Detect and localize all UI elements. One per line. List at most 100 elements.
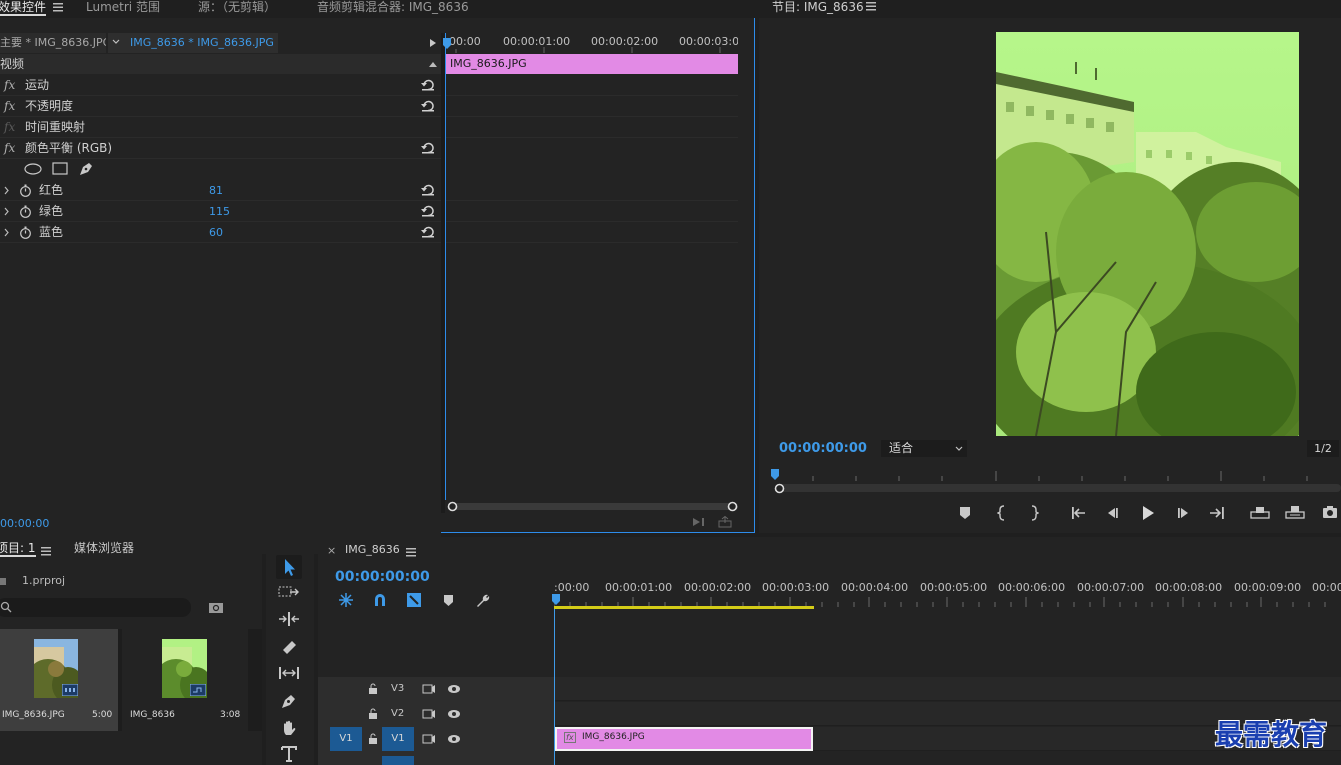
mark-out-icon[interactable] xyxy=(1029,505,1039,521)
eye-icon[interactable] xyxy=(447,684,461,694)
chevron-right-icon[interactable] xyxy=(3,222,11,243)
effect-row-color-balance[interactable]: fx 颜色平衡 (RGB) xyxy=(0,138,441,159)
scroll-handle-left[interactable] xyxy=(447,501,458,512)
lock-icon[interactable] xyxy=(368,683,378,695)
reset-icon[interactable] xyxy=(421,79,435,91)
playhead-marker-icon[interactable] xyxy=(771,469,779,481)
go-to-in-icon[interactable] xyxy=(1071,506,1087,520)
sync-lock-icon[interactable] xyxy=(422,708,436,720)
nest-sequence-icon[interactable] xyxy=(338,592,354,608)
track-target-a1[interactable] xyxy=(382,756,414,765)
mark-in-icon[interactable] xyxy=(997,505,1007,521)
panel-menu-icon[interactable] xyxy=(406,547,416,557)
timeline-timecode[interactable]: 00:00:00:00 xyxy=(335,569,430,585)
lock-icon[interactable] xyxy=(368,733,378,745)
pen-mask-icon[interactable] xyxy=(78,161,94,177)
track-label-v3[interactable]: V3 xyxy=(391,683,404,694)
track-select-tool-icon[interactable] xyxy=(278,584,300,600)
param-row-green[interactable]: 绿色 115 xyxy=(0,201,441,222)
wrench-icon[interactable] xyxy=(474,592,490,608)
playhead-marker-icon[interactable] xyxy=(552,594,560,606)
param-row-blue[interactable]: 蓝色 60 xyxy=(0,222,441,243)
sequence-clip-selector[interactable]: IMG_8636 * IMG_8636.JPG xyxy=(108,33,278,53)
work-area-bar[interactable] xyxy=(554,606,814,609)
tab-audio-clip-mixer[interactable]: 音频剪辑混合器: IMG_8636 xyxy=(317,0,469,18)
reset-icon[interactable] xyxy=(421,100,435,112)
param-green-value[interactable]: 115 xyxy=(209,201,230,222)
fit-dropdown[interactable]: 适合 xyxy=(881,440,967,457)
share-icon[interactable] xyxy=(718,516,732,528)
close-icon[interactable]: × xyxy=(327,544,336,557)
selection-tool-icon[interactable] xyxy=(276,555,302,579)
zoom-scrollbar[interactable] xyxy=(448,503,738,510)
export-frame-camera-icon[interactable] xyxy=(1322,505,1338,519)
tab-effect-controls[interactable]: 效果控件 xyxy=(0,0,47,18)
project-item-sequence[interactable]: IMG_8636 3:08 xyxy=(122,629,248,731)
slip-tool-icon[interactable] xyxy=(278,665,300,681)
tab-project[interactable]: 项目: 1 xyxy=(0,541,36,559)
program-timecode[interactable]: 00:00:00:00 xyxy=(779,441,867,456)
step-forward-icon[interactable] xyxy=(1177,506,1191,520)
add-marker-icon[interactable] xyxy=(959,506,971,520)
play-only-audio-icon[interactable] xyxy=(429,38,437,48)
sync-lock-icon[interactable] xyxy=(422,733,436,745)
effect-controls-timecode[interactable]: 00:00:00 xyxy=(0,517,49,530)
type-tool-icon[interactable] xyxy=(280,745,298,763)
linked-selection-icon[interactable] xyxy=(406,592,422,608)
reset-icon[interactable] xyxy=(421,226,435,238)
scroll-handle-left[interactable] xyxy=(774,483,785,494)
program-time-ruler[interactable] xyxy=(773,467,1341,481)
razor-tool-icon[interactable] xyxy=(280,638,298,656)
ellipse-mask-icon[interactable] xyxy=(24,163,42,175)
program-title[interactable]: 节目: IMG_8636 xyxy=(772,0,864,15)
lift-icon[interactable] xyxy=(1250,505,1270,519)
panel-menu-icon[interactable] xyxy=(53,2,63,12)
effect-row-motion[interactable]: fx 运动 xyxy=(0,75,441,96)
stopwatch-icon[interactable] xyxy=(19,205,32,218)
effect-row-opacity[interactable]: fx 不透明度 xyxy=(0,96,441,117)
reset-icon[interactable] xyxy=(421,205,435,217)
track-label-v2[interactable]: V2 xyxy=(391,708,404,719)
hand-tool-icon[interactable] xyxy=(280,719,298,737)
add-marker-icon[interactable] xyxy=(443,594,454,607)
resolution-dropdown[interactable]: 1/2 xyxy=(1307,440,1339,457)
find-bin-icon[interactable] xyxy=(208,600,224,614)
rectangle-mask-icon[interactable] xyxy=(52,162,68,175)
timeline-ruler[interactable]: :00:00 00:00:01:00 00:00:02:00 00:00:03:… xyxy=(554,577,1341,609)
param-blue-value[interactable]: 60 xyxy=(209,222,223,243)
playhead-marker-icon[interactable] xyxy=(443,38,451,50)
snap-magnet-icon[interactable] xyxy=(373,592,387,608)
play-icon[interactable] xyxy=(1141,505,1155,521)
panel-menu-icon[interactable] xyxy=(41,546,51,556)
chevron-right-icon[interactable] xyxy=(3,201,11,222)
ripple-edit-tool-icon[interactable] xyxy=(278,611,300,627)
source-patch-v1[interactable]: V1 xyxy=(330,727,362,751)
master-clip-selector[interactable]: 主要 * IMG_8636.JPG xyxy=(0,33,106,53)
eye-icon[interactable] xyxy=(447,734,461,744)
chevron-right-icon[interactable] xyxy=(3,180,11,201)
fx-icon[interactable]: fx xyxy=(4,75,15,96)
go-to-out-icon[interactable] xyxy=(1209,506,1225,520)
step-back-icon[interactable] xyxy=(1105,506,1119,520)
effect-row-time-remap[interactable]: fx 时间重映射 xyxy=(0,117,441,138)
project-search-input[interactable] xyxy=(0,598,191,617)
timeline-tab-label[interactable]: IMG_8636 xyxy=(345,543,400,556)
timeline-clip[interactable]: fx IMG_8636.JPG xyxy=(555,727,813,751)
tab-lumetri-scopes[interactable]: Lumetri 范围 xyxy=(86,0,160,18)
effect-clip-bar[interactable]: IMG_8636.JPG xyxy=(446,54,738,74)
lock-icon[interactable] xyxy=(368,708,378,720)
fx-icon[interactable]: fx xyxy=(4,138,15,159)
fx-icon[interactable]: fx xyxy=(4,96,15,117)
video-section-header[interactable]: 视频 xyxy=(0,54,441,74)
extract-icon[interactable] xyxy=(1285,505,1305,519)
reset-icon[interactable] xyxy=(421,142,435,154)
panel-menu-icon[interactable] xyxy=(866,1,876,11)
export-frame-icon[interactable] xyxy=(692,516,706,528)
eye-icon[interactable] xyxy=(447,709,461,719)
stopwatch-icon[interactable] xyxy=(19,226,32,239)
param-red-value[interactable]: 81 xyxy=(209,180,223,201)
reset-icon[interactable] xyxy=(421,184,435,196)
tab-media-browser[interactable]: 媒体浏览器 xyxy=(74,541,134,559)
track-lane-v3[interactable] xyxy=(555,677,1341,701)
program-viewer[interactable] xyxy=(759,18,1341,436)
